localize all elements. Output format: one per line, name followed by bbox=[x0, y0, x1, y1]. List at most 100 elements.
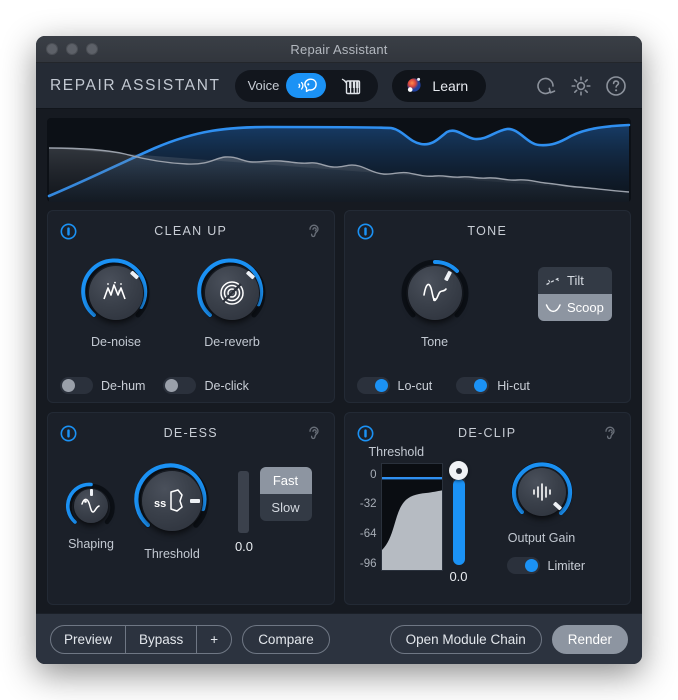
output-gain-knob[interactable] bbox=[509, 459, 575, 525]
clean-up-header: CLEAN UP bbox=[60, 221, 322, 241]
de-clip-header: DE-CLIP bbox=[357, 423, 619, 443]
piano-icon bbox=[342, 78, 361, 94]
module-title: TONE bbox=[467, 224, 508, 238]
ear-icon[interactable] bbox=[306, 424, 322, 442]
module-tone: TONE Tone Tilt Scoop Lo-cut Hi-cut bbox=[343, 210, 631, 403]
de-clip-threshold-label: Threshold bbox=[368, 445, 425, 459]
ear-icon[interactable] bbox=[306, 222, 322, 240]
shaping-wave-icon bbox=[81, 498, 100, 513]
title-bar: Repair Assistant bbox=[36, 36, 642, 63]
gear-icon[interactable] bbox=[569, 74, 593, 98]
tone-knob[interactable] bbox=[399, 257, 471, 329]
module-de-ess: DE-ESS Shaping ss Threshold 0.0 Fast Slo… bbox=[47, 412, 335, 605]
hi-cut-toggle[interactable] bbox=[456, 377, 490, 394]
de-click-toggle[interactable] bbox=[163, 377, 197, 394]
de-reverb-knob[interactable] bbox=[196, 257, 268, 329]
window-title: Repair Assistant bbox=[290, 41, 388, 57]
voice-head-icon bbox=[298, 78, 318, 92]
shaping-knob[interactable] bbox=[66, 481, 116, 531]
lo-cut-row: Lo-cut bbox=[356, 377, 432, 394]
de-click-row: De-click bbox=[163, 377, 249, 394]
learn-label: Learn bbox=[432, 77, 469, 94]
lo-cut-toggle[interactable] bbox=[356, 377, 390, 394]
limiter-row: Limiter bbox=[506, 557, 586, 574]
scale-96: -96 bbox=[359, 558, 377, 570]
scoop-label: Scoop bbox=[567, 300, 604, 315]
reset-icon[interactable] bbox=[534, 74, 558, 98]
scoop-option[interactable]: Scoop bbox=[538, 294, 612, 321]
module-title: CLEAN UP bbox=[154, 224, 228, 238]
de-ess-header: DE-ESS bbox=[60, 423, 322, 443]
bypass-button[interactable]: Bypass bbox=[125, 626, 196, 653]
slow-label: Slow bbox=[271, 500, 300, 515]
sss-mouth-icon: ss bbox=[154, 489, 183, 512]
de-clip-histogram[interactable] bbox=[380, 463, 443, 571]
de-ess-speed-selector: Fast Slow bbox=[259, 467, 312, 521]
power-icon[interactable] bbox=[60, 223, 77, 240]
de-reverb-label: De-reverb bbox=[204, 335, 260, 349]
learn-button[interactable]: Learn bbox=[392, 69, 487, 102]
module-title: DE-ESS bbox=[163, 426, 218, 440]
power-icon[interactable] bbox=[357, 425, 374, 442]
ear-icon[interactable] bbox=[602, 424, 618, 442]
mode-selector: Voice bbox=[234, 69, 379, 102]
threshold-label: Threshold bbox=[144, 547, 200, 561]
de-hum-row: De-hum bbox=[60, 377, 145, 394]
tilt-icon bbox=[546, 276, 561, 285]
de-click-label: De-click bbox=[204, 378, 249, 393]
module-de-clip: DE-CLIP Threshold 0 -32 -64 -96 0.0 Outp… bbox=[343, 412, 631, 605]
help-icon[interactable] bbox=[604, 74, 628, 98]
noise-peaks-icon bbox=[103, 281, 126, 300]
scale-0: 0 bbox=[370, 469, 377, 481]
mode-label: Voice bbox=[247, 78, 280, 93]
fast-option[interactable]: Fast bbox=[259, 467, 312, 494]
modules-grid: CLEAN UP De-noise De-reverb De-hum De-cl… bbox=[36, 210, 642, 613]
compare-button[interactable]: Compare bbox=[242, 625, 330, 654]
tone-shape-selector: Tilt Scoop bbox=[538, 267, 612, 321]
de-ess-meter bbox=[238, 471, 249, 533]
levels-icon bbox=[532, 483, 551, 501]
open-module-chain-button[interactable]: Open Module Chain bbox=[389, 625, 542, 654]
reverb-target-icon bbox=[220, 281, 244, 305]
de-hum-label: De-hum bbox=[101, 378, 146, 393]
tone-label: Tone bbox=[420, 335, 449, 349]
preview-bypass-group: Preview Bypass + bbox=[50, 625, 233, 654]
tilt-label: Tilt bbox=[567, 273, 584, 288]
brand-title: REPAIR ASSISTANT bbox=[50, 76, 221, 94]
preview-button[interactable]: Preview bbox=[51, 626, 125, 653]
shaping-label: Shaping bbox=[68, 537, 114, 551]
footer-bar: Preview Bypass + Compare Open Module Cha… bbox=[36, 613, 642, 664]
spectrum-section bbox=[36, 109, 642, 210]
plugin-window: Repair Assistant REPAIR ASSISTANT Voice bbox=[36, 36, 642, 664]
de-hum-toggle[interactable] bbox=[60, 377, 93, 394]
hi-cut-row: Hi-cut bbox=[456, 377, 530, 394]
scoop-icon bbox=[545, 303, 561, 312]
limiter-toggle[interactable] bbox=[506, 557, 540, 574]
scale-64: -64 bbox=[359, 528, 377, 540]
voice-mode-button[interactable] bbox=[286, 73, 327, 98]
threshold-knob[interactable]: ss bbox=[132, 461, 212, 541]
module-clean-up: CLEAN UP De-noise De-reverb De-hum De-cl… bbox=[47, 210, 335, 403]
scale-32: -32 bbox=[359, 498, 377, 510]
tone-header: TONE bbox=[357, 221, 619, 241]
render-button[interactable]: Render bbox=[551, 625, 628, 654]
add-button[interactable]: + bbox=[196, 626, 231, 653]
limiter-label: Limiter bbox=[547, 558, 586, 573]
music-mode-button[interactable] bbox=[333, 73, 369, 98]
tilt-option[interactable]: Tilt bbox=[538, 267, 612, 294]
hi-cut-label: Hi-cut bbox=[497, 378, 530, 393]
de-noise-label: De-noise bbox=[90, 335, 142, 349]
output-gain-label: Output Gain bbox=[507, 531, 576, 545]
de-clip-threshold-slider[interactable] bbox=[449, 461, 468, 565]
de-clip-threshold-value: 0.0 bbox=[449, 569, 468, 584]
power-icon[interactable] bbox=[357, 223, 374, 240]
tone-curve-icon bbox=[422, 283, 447, 302]
spectrum-display[interactable] bbox=[47, 118, 631, 202]
de-noise-knob[interactable] bbox=[80, 257, 152, 329]
slow-option[interactable]: Slow bbox=[260, 494, 312, 521]
svg-text:ss: ss bbox=[154, 498, 166, 510]
power-icon[interactable] bbox=[60, 425, 77, 442]
module-title: DE-CLIP bbox=[458, 426, 517, 440]
orb-icon bbox=[404, 76, 423, 95]
fast-label: Fast bbox=[272, 473, 299, 488]
